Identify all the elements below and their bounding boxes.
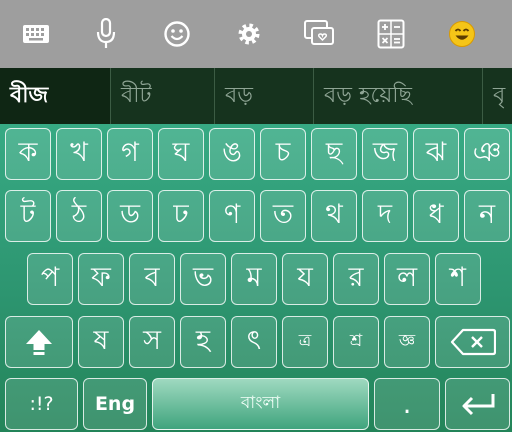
key[interactable]: হ <box>180 316 226 368</box>
backspace-icon <box>450 328 496 356</box>
key[interactable]: ন <box>464 190 510 242</box>
shift-key[interactable] <box>5 316 73 368</box>
suggestion-item[interactable]: বীট <box>111 68 214 124</box>
smiley-icon[interactable] <box>157 14 197 54</box>
suggestion-bar: বীজ বীট বড় বড় হয়েছি বৃ <box>0 68 512 124</box>
language-key[interactable]: Eng <box>83 378 147 430</box>
calculator-icon[interactable] <box>371 14 411 54</box>
key[interactable]: ঠ <box>56 190 102 242</box>
shift-arrow-icon <box>26 330 52 355</box>
key[interactable]: জ <box>362 128 408 180</box>
backspace-key[interactable] <box>435 316 510 368</box>
enter-key[interactable] <box>445 378 510 430</box>
key[interactable]: জ্ঞ <box>384 316 430 368</box>
key[interactable]: ক <box>5 128 51 180</box>
sticker-icon[interactable] <box>299 14 339 54</box>
suggestion-item[interactable]: বৃ <box>483 68 512 124</box>
key[interactable]: ষ <box>78 316 124 368</box>
key[interactable]: ত <box>260 190 306 242</box>
key[interactable]: প <box>27 253 73 305</box>
key[interactable]: ফ <box>78 253 124 305</box>
microphone-icon[interactable] <box>86 14 126 54</box>
key[interactable]: থ <box>311 190 357 242</box>
key[interactable]: ভ <box>180 253 226 305</box>
gear-icon[interactable] <box>229 14 269 54</box>
key[interactable]: ল <box>384 253 430 305</box>
symbols-key[interactable]: :!? <box>5 378 78 430</box>
key[interactable]: য <box>282 253 328 305</box>
period-key[interactable]: . <box>374 378 440 430</box>
key[interactable]: দ <box>362 190 408 242</box>
key[interactable]: স <box>129 316 175 368</box>
keyboard-toolbar <box>0 0 512 68</box>
key[interactable]: ঞ <box>464 128 510 180</box>
key[interactable]: ম <box>231 253 277 305</box>
suggestion-item[interactable]: বড় <box>215 68 313 124</box>
key[interactable]: শ <box>435 253 481 305</box>
suggestion-item[interactable]: বীজ <box>0 68 110 124</box>
key[interactable]: ত্র <box>282 316 328 368</box>
key[interactable]: ঙ <box>209 128 255 180</box>
key[interactable]: শ্র <box>333 316 379 368</box>
key[interactable]: ৎ <box>231 316 277 368</box>
key[interactable]: ছ <box>311 128 357 180</box>
key[interactable]: ণ <box>209 190 255 242</box>
key[interactable]: গ <box>107 128 153 180</box>
key[interactable]: ট <box>5 190 51 242</box>
keyboard: ক খ গ ঘ ঙ চ ছ জ ঝ ঞ ট ঠ ড ঢ ণ ত থ দ ধ ন … <box>0 124 512 432</box>
key[interactable]: র <box>333 253 379 305</box>
key[interactable]: ড <box>107 190 153 242</box>
emoji-icon[interactable] <box>442 14 482 54</box>
suggestion-item[interactable]: বড় হয়েছি <box>314 68 482 124</box>
keyboard-icon[interactable] <box>16 14 56 54</box>
key[interactable]: ধ <box>413 190 459 242</box>
key[interactable]: খ <box>56 128 102 180</box>
key[interactable]: ঝ <box>413 128 459 180</box>
key[interactable]: ঘ <box>158 128 204 180</box>
key[interactable]: ঢ <box>158 190 204 242</box>
key[interactable]: চ <box>260 128 306 180</box>
space-key[interactable]: বাংলা <box>152 378 369 430</box>
key[interactable]: ব <box>129 253 175 305</box>
enter-icon <box>462 394 494 416</box>
